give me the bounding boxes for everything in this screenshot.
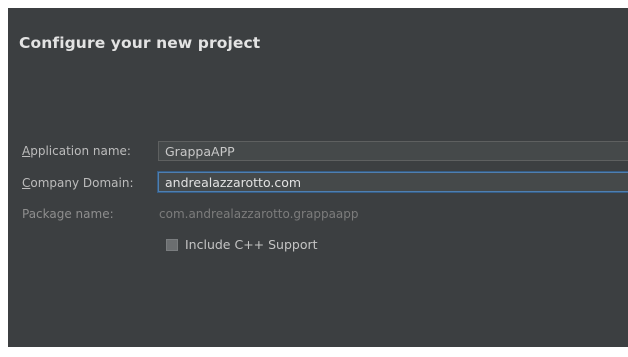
package-name-value: com.andrealazzarotto.grappaapp [159, 207, 359, 221]
company-domain-label: Company Domain: [22, 176, 134, 190]
package-name-label: Package name: [22, 207, 114, 221]
application-name-label-text: pplication name: [30, 144, 131, 158]
application-name-mnemonic: A [22, 144, 31, 158]
application-name-label: Application name: [22, 144, 131, 158]
company-domain-input[interactable] [158, 172, 628, 192]
page-title: Configure your new project [19, 34, 261, 52]
cpp-support-option[interactable]: Include C++ Support [166, 237, 318, 252]
company-domain-label-text: ompany Domain: [30, 176, 134, 190]
cpp-support-label[interactable]: Include C++ Support [185, 237, 318, 252]
application-name-input[interactable] [158, 141, 628, 161]
new-project-dialog: Configure your new project Application n… [8, 8, 628, 347]
cpp-support-checkbox[interactable] [166, 238, 178, 251]
